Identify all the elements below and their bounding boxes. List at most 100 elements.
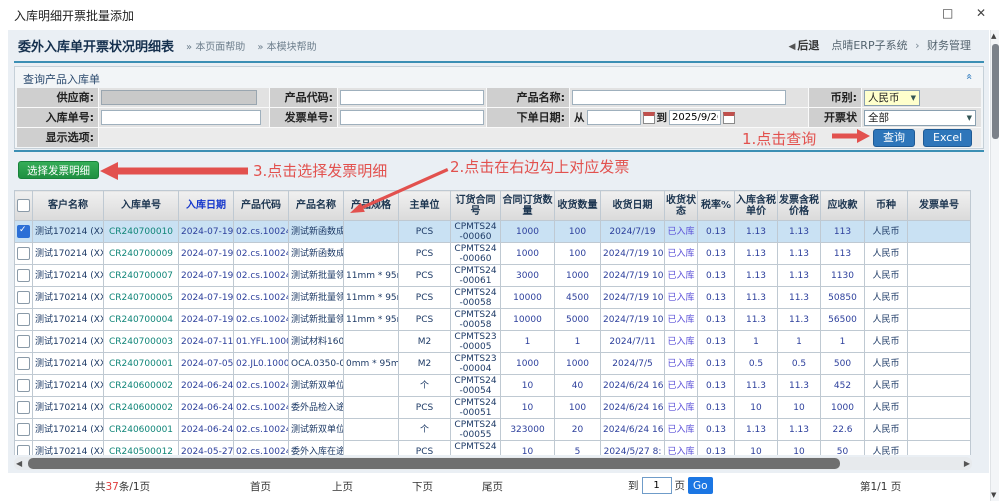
date-from-input[interactable] xyxy=(587,110,641,125)
inbound-no-input[interactable] xyxy=(101,110,261,125)
row-checkbox[interactable] xyxy=(17,445,30,455)
row-checkbox[interactable] xyxy=(17,225,30,238)
row-checkbox[interactable] xyxy=(17,269,30,282)
column-header-inbound-tax-price[interactable]: 入库含税单价 xyxy=(735,191,778,221)
cell-product-code: 02.cs.100244 xyxy=(234,419,289,441)
column-header-contract-qty[interactable]: 合同订货数量 xyxy=(501,191,555,221)
cell-product-spec xyxy=(344,375,399,397)
column-header-received-qty[interactable]: 收货数量 xyxy=(555,191,601,221)
cell-received-qty: 100 xyxy=(555,397,601,419)
cell-contract-no: CPMTS24-00058 xyxy=(451,309,501,331)
column-header-invoice-tax-price[interactable]: 发票含税价格 xyxy=(778,191,821,221)
cell-inbound-date: 2024-07-05 xyxy=(179,353,234,375)
back-link[interactable]: ◀后退 xyxy=(788,37,819,53)
scroll-down-icon[interactable]: ▼ xyxy=(991,491,996,499)
prev-page-link[interactable]: 上页 xyxy=(332,479,353,494)
table-row: 测试170214 (XX)CR2407000102024-07-1902.cs.… xyxy=(15,221,971,243)
scroll-left-icon[interactable]: ◀ xyxy=(16,459,22,468)
scroll-up-icon[interactable]: ▲ xyxy=(991,32,996,40)
calendar-icon[interactable] xyxy=(643,112,655,124)
cell-receivable: 1000 xyxy=(821,397,865,419)
select-all-header[interactable] xyxy=(15,191,33,221)
page-help-link[interactable]: » 本页面帮助 xyxy=(186,38,245,53)
cell-product-spec xyxy=(344,397,399,419)
calendar-icon[interactable] xyxy=(723,112,735,124)
annotation-step1: 1.点击查询 xyxy=(742,128,816,149)
product-code-input[interactable] xyxy=(340,90,484,105)
cell-inbound-no: CR240700004 xyxy=(104,309,179,331)
cell-customer-name: 测试170214 (XX) xyxy=(33,441,104,456)
vertical-scrollbar-thumb[interactable] xyxy=(992,44,999,139)
cell-receive-date: 2024/7/19 10 xyxy=(601,287,665,309)
cell-contract-no: CPMTS24- xyxy=(451,441,501,456)
column-header-product-name[interactable]: 产品名称 xyxy=(289,191,344,221)
excel-button[interactable]: Excel xyxy=(923,129,972,147)
supplier-input[interactable] xyxy=(101,90,257,105)
horizontal-scrollbar[interactable]: ◀ ▶ xyxy=(14,457,972,470)
column-header-receivable[interactable]: 应收款 xyxy=(821,191,865,221)
next-page-link[interactable]: 下页 xyxy=(412,479,433,494)
scroll-right-icon[interactable]: ▶ xyxy=(964,459,970,468)
select-invoice-detail-button[interactable]: 选择发票明细 xyxy=(18,161,99,179)
page-number-input[interactable] xyxy=(642,477,672,494)
divider-top xyxy=(14,61,984,63)
column-header-customer-name[interactable]: 客户名称 xyxy=(33,191,104,221)
last-page-link[interactable]: 尾页 xyxy=(482,479,503,494)
vertical-scrollbar[interactable]: ▲ ▼ xyxy=(990,30,999,501)
column-header-receive-status[interactable]: 收货状态 xyxy=(665,191,698,221)
row-checkbox[interactable] xyxy=(17,291,30,304)
column-header-unit[interactable]: 主单位 xyxy=(399,191,451,221)
horizontal-scrollbar-thumb[interactable] xyxy=(28,458,840,469)
cell-product-code: 02.JL0.10000 xyxy=(234,353,289,375)
row-checkbox[interactable] xyxy=(17,423,30,436)
breadcrumb-system[interactable]: 点晴ERP子系统 xyxy=(831,39,907,52)
column-header-contract-no[interactable]: 订货合同号 xyxy=(451,191,501,221)
cell-receivable: 50 xyxy=(821,441,865,456)
select-all-checkbox[interactable] xyxy=(17,199,30,212)
search-button[interactable]: 查询 xyxy=(873,129,915,147)
module-help-link[interactable]: » 本模块帮助 xyxy=(257,38,316,53)
collapse-icon[interactable]: « xyxy=(963,73,976,80)
product-name-cell xyxy=(570,88,808,107)
row-checkbox[interactable] xyxy=(17,247,30,260)
invoice-no-input[interactable] xyxy=(340,110,484,125)
currency-select[interactable]: 人民币▼ xyxy=(864,90,920,106)
product-name-input[interactable] xyxy=(572,90,786,105)
column-header-receive-date[interactable]: 收货日期 xyxy=(601,191,665,221)
chevron-down-icon: ▼ xyxy=(911,94,916,102)
breadcrumb-module[interactable]: 财务管理 xyxy=(927,39,971,52)
cell-inbound-no: CR240700001 xyxy=(104,353,179,375)
cell-inbound-tax-price: 1.13 xyxy=(735,419,778,441)
column-header-product-code[interactable]: 产品代码 xyxy=(234,191,289,221)
close-icon[interactable]: ✕ xyxy=(976,6,986,20)
column-header-inbound-date[interactable]: 入库日期 xyxy=(179,191,234,221)
column-header-currency[interactable]: 币种 xyxy=(865,191,908,221)
row-checkbox[interactable] xyxy=(17,379,30,392)
invoice-no-cell xyxy=(338,108,486,127)
cell-product-name: 测试材料1608 xyxy=(289,331,344,353)
date-to-input[interactable] xyxy=(669,110,721,125)
row-checkbox[interactable] xyxy=(17,335,30,348)
titlebar: 入库明细开票批量添加 □ ✕ xyxy=(0,0,1000,30)
total-count: 37 xyxy=(106,481,119,493)
page-info: 第1/1 页 xyxy=(860,479,901,494)
row-checkbox[interactable] xyxy=(17,357,30,370)
cell-currency: 人民币 xyxy=(865,287,908,309)
invoice-status-select[interactable]: 全部▼ xyxy=(864,110,976,126)
table-row: 测试170214 (XX)CR2406000012024-06-2402.cs.… xyxy=(15,419,971,441)
column-header-invoice-no[interactable]: 发票单号 xyxy=(908,191,971,221)
page: 入库明细开票批量添加 □ ✕ 委外入库单开票状况明细表 » 本页面帮助 » 本模… xyxy=(0,0,1000,501)
cell-customer-name: 测试170214 (XX) xyxy=(33,309,104,331)
cell-inbound-no: CR240700005 xyxy=(104,287,179,309)
maximize-icon[interactable]: □ xyxy=(942,6,953,20)
cell-unit: M2 xyxy=(399,353,451,375)
row-checkbox[interactable] xyxy=(17,401,30,414)
cell-received-qty: 4500 xyxy=(555,287,601,309)
row-checkbox[interactable] xyxy=(17,313,30,326)
row-checkbox-cell xyxy=(15,375,33,397)
column-header-tax-rate[interactable]: 税率% xyxy=(698,191,735,221)
go-button[interactable]: Go xyxy=(688,477,713,494)
first-page-link[interactable]: 首页 xyxy=(250,479,271,494)
column-header-inbound-no[interactable]: 入库单号 xyxy=(104,191,179,221)
column-header-product-spec[interactable]: 产品规格 xyxy=(344,191,399,221)
